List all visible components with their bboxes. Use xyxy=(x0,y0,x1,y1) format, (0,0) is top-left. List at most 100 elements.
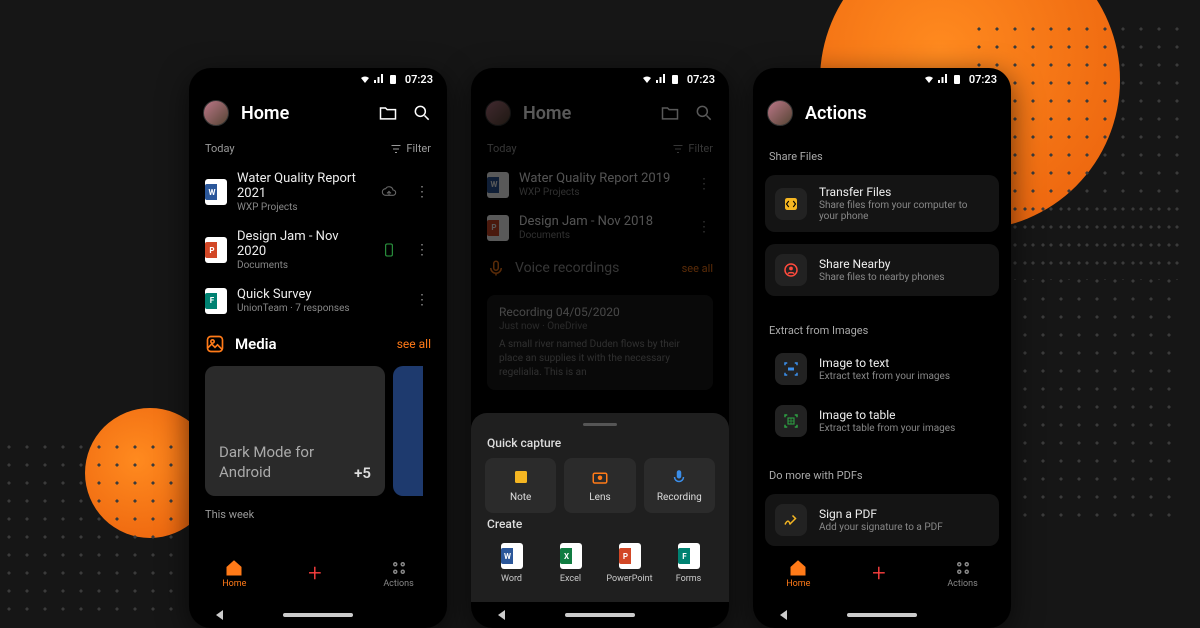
create-powerpoint[interactable]: PPowerPoint xyxy=(603,539,656,588)
nav-home[interactable]: Home xyxy=(222,559,246,589)
transfer-icon xyxy=(775,188,807,220)
image-to-table-icon xyxy=(775,405,807,437)
quick-recording[interactable]: Recording xyxy=(644,458,715,513)
quick-capture-label: Quick capture xyxy=(487,436,713,450)
nav-home[interactable]: Home xyxy=(786,559,810,589)
action-sign-pdf[interactable]: Sign a PDFAdd your signature to a PDF xyxy=(765,494,999,546)
file-item[interactable]: P Design Jam - Nov 2018Documents ⋮ xyxy=(471,206,729,249)
forms-icon: F xyxy=(205,288,227,314)
more-icon[interactable]: ⋮ xyxy=(407,188,431,196)
filter-icon xyxy=(390,143,402,155)
search-icon[interactable] xyxy=(411,102,433,124)
file-item[interactable]: P Design Jam - Nov 2020Documents ⋮ xyxy=(189,221,447,279)
excel-icon: X xyxy=(560,543,582,569)
more-icon[interactable]: ⋮ xyxy=(689,223,713,231)
battery-icon xyxy=(669,73,681,85)
status-time: 07:23 xyxy=(405,73,433,86)
avatar[interactable] xyxy=(767,100,793,126)
action-image-to-table[interactable]: Image to tableExtract table from your im… xyxy=(765,397,999,445)
today-label: Today xyxy=(487,142,517,155)
this-week-label: This week xyxy=(189,496,447,525)
voice-recording-card[interactable]: Recording 04/05/2020 Just now · OneDrive… xyxy=(487,295,713,390)
see-all-link[interactable]: see all xyxy=(682,262,713,275)
back-button[interactable] xyxy=(780,610,787,620)
filter-icon xyxy=(672,143,684,155)
status-time: 07:23 xyxy=(687,73,715,86)
word-icon: W xyxy=(501,543,523,569)
file-item[interactable]: W Water Quality Report 2021WXP Projects … xyxy=(189,163,447,221)
share-files-label: Share Files xyxy=(753,140,1011,169)
signal-icon xyxy=(373,73,385,85)
battery-icon xyxy=(951,73,963,85)
action-image-to-text[interactable]: Image to textExtract text from your imag… xyxy=(765,345,999,393)
more-icon[interactable]: ⋮ xyxy=(407,296,431,304)
home-gesture-pill[interactable] xyxy=(283,613,353,617)
folder-icon[interactable] xyxy=(659,102,681,124)
file-item[interactable]: F Quick SurveyUnionTeam · 7 responses ⋮ xyxy=(189,279,447,322)
media-count-badge: +5 xyxy=(354,464,371,482)
actions-icon xyxy=(954,559,972,577)
page-title: Home xyxy=(523,103,647,124)
bottom-nav: Home + Actions xyxy=(753,546,1011,602)
home-gesture-pill[interactable] xyxy=(565,613,635,617)
home-icon xyxy=(225,559,243,577)
plus-icon: + xyxy=(872,561,886,585)
sheet-handle[interactable] xyxy=(583,423,617,426)
actions-icon xyxy=(390,559,408,577)
more-icon[interactable]: ⋮ xyxy=(407,246,431,254)
media-section-title: Media xyxy=(235,335,387,353)
powerpoint-icon: P xyxy=(205,237,227,263)
filter-button[interactable]: Filter xyxy=(390,142,431,155)
phone-quick-capture: 07:23 Home Today Filter W Water Quality … xyxy=(471,68,729,628)
mic-icon xyxy=(670,468,688,486)
home-gesture-pill[interactable] xyxy=(847,613,917,617)
avatar[interactable] xyxy=(485,100,511,126)
page-title: Home xyxy=(241,103,365,124)
app-header: Home xyxy=(189,90,447,140)
nav-actions[interactable]: Actions xyxy=(947,559,977,589)
status-bar: 07:23 xyxy=(471,68,729,90)
more-icon[interactable]: ⋮ xyxy=(689,180,713,188)
extract-label: Extract from Images xyxy=(753,314,1011,343)
forms-icon: F xyxy=(678,543,700,569)
create-word[interactable]: WWord xyxy=(485,539,538,588)
quick-note[interactable]: Note xyxy=(485,458,556,513)
back-button[interactable] xyxy=(498,610,505,620)
quick-lens[interactable]: Lens xyxy=(564,458,635,513)
media-icon xyxy=(205,334,225,354)
create-forms[interactable]: FForms xyxy=(662,539,715,588)
nearby-icon xyxy=(775,254,807,286)
quick-capture-sheet: Quick capture Note Lens Recording Create… xyxy=(471,413,729,602)
signal-icon xyxy=(937,73,949,85)
action-transfer-files[interactable]: Transfer FilesShare files from your comp… xyxy=(765,175,999,232)
image-to-text-icon xyxy=(775,353,807,385)
pdf-label: Do more with PDFs xyxy=(753,459,1011,488)
android-nav-bar xyxy=(471,602,729,628)
fab-add[interactable]: + xyxy=(293,552,337,596)
word-icon: W xyxy=(487,172,509,198)
action-share-nearby[interactable]: Share NearbyShare files to nearby phones xyxy=(765,244,999,296)
status-bar: 07:23 xyxy=(189,68,447,90)
plus-icon: + xyxy=(308,561,322,585)
search-icon[interactable] xyxy=(693,102,715,124)
media-card[interactable]: Dark Mode for Android +5 xyxy=(205,366,385,496)
android-nav-bar xyxy=(753,602,1011,628)
folder-icon[interactable] xyxy=(377,102,399,124)
fab-add[interactable]: + xyxy=(857,552,901,596)
word-icon: W xyxy=(205,179,227,205)
back-button[interactable] xyxy=(216,610,223,620)
media-card-next[interactable] xyxy=(393,366,423,496)
filter-button[interactable]: Filter xyxy=(672,142,713,155)
sign-icon xyxy=(775,504,807,536)
cloud-upload-icon[interactable] xyxy=(381,184,397,200)
see-all-link[interactable]: see all xyxy=(397,337,431,351)
bottom-nav: Home + Actions xyxy=(189,546,447,602)
today-label: Today xyxy=(205,142,235,155)
wifi-icon xyxy=(359,73,371,85)
home-icon xyxy=(789,559,807,577)
mobile-sync-icon[interactable] xyxy=(381,242,397,258)
nav-actions[interactable]: Actions xyxy=(383,559,413,589)
avatar[interactable] xyxy=(203,100,229,126)
file-item[interactable]: W Water Quality Report 2019WXP Projects … xyxy=(471,163,729,206)
create-excel[interactable]: XExcel xyxy=(544,539,597,588)
